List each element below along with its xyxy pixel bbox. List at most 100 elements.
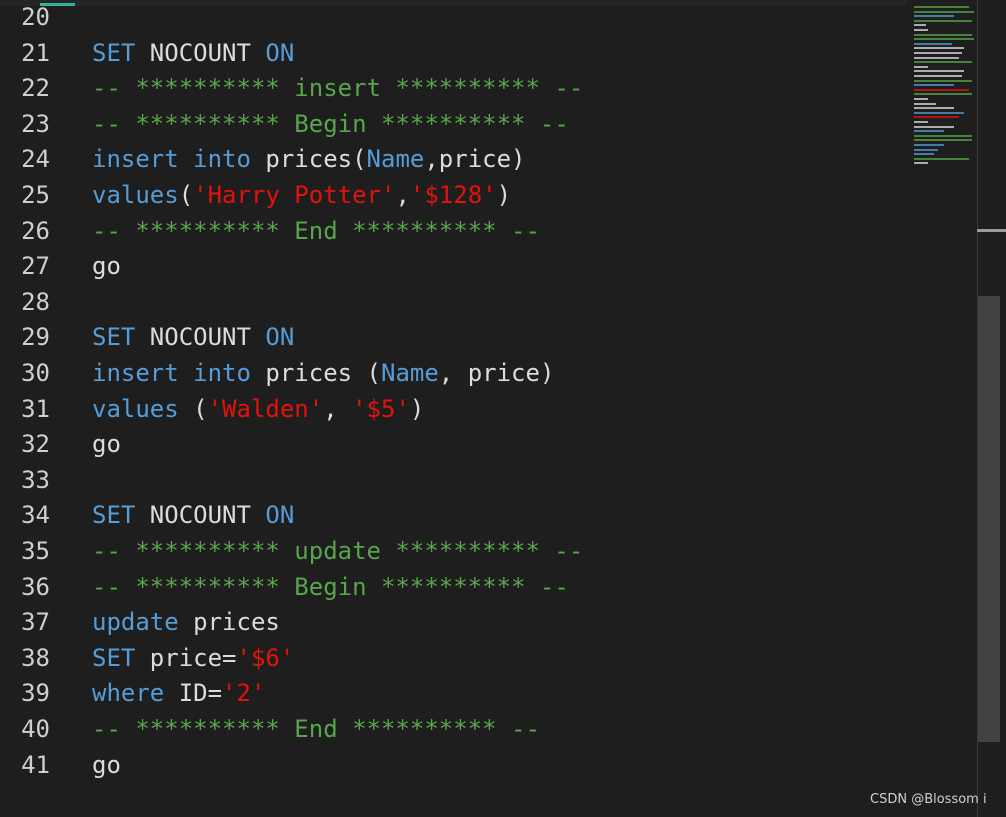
code-token: -- ********** insert ********** -- (92, 74, 584, 103)
minimap-line (914, 139, 972, 142)
code-text: where ID='2' (92, 676, 265, 712)
code-token: , (395, 181, 410, 209)
minimap-line (914, 38, 974, 41)
minimap-line (914, 125, 954, 128)
scrollbar-thumb[interactable] (978, 296, 1000, 742)
code-line[interactable]: 39 where ID='2' (0, 676, 905, 712)
minimap-line (914, 148, 938, 151)
minimap-line (914, 24, 926, 27)
code-text: SET price='$6' (92, 641, 294, 677)
code-token: ) (409, 394, 425, 423)
line-number: 23 (21, 109, 50, 138)
code-line[interactable]: 36 -- ********** Begin ********** -- (0, 570, 905, 606)
minimap-line (914, 98, 928, 100)
minimap-line (914, 111, 964, 114)
code-line[interactable]: 32 go (0, 427, 905, 463)
code-line[interactable]: 38 SET price='$6' (0, 641, 905, 677)
code-token: '$5' (352, 394, 410, 423)
code-token: insert (92, 359, 179, 387)
code-text: SET NOCOUNT ON (92, 36, 294, 72)
code-line[interactable]: 40 -- ********** End ********** -- (0, 712, 905, 748)
minimap-line (914, 19, 972, 22)
code-editor[interactable]: 20 21 SET NOCOUNT ON 22 -- ********** insert… (0, 0, 905, 817)
line-number: 35 (21, 537, 50, 565)
code-token: ( (178, 394, 208, 423)
code-line[interactable]: 21 SET NOCOUNT ON (0, 36, 905, 72)
minimap-line (914, 10, 974, 13)
line-number: 38 (21, 643, 50, 672)
minimap-line (914, 79, 972, 82)
minimap-line (914, 75, 962, 77)
minimap[interactable] (907, 0, 977, 817)
code-text: insert into prices (Name, price) (92, 356, 554, 392)
code-line[interactable]: 25 values('Harry Potter','$128') (0, 178, 905, 214)
code-token: 'Harry Potter' (193, 181, 396, 209)
minimap-line (914, 121, 928, 123)
code-token: price= (135, 643, 237, 672)
code-token: into (193, 359, 251, 387)
code-token: SET (92, 643, 136, 672)
code-token: into (193, 145, 251, 174)
code-line[interactable]: 22 -- ********** insert ********** -- (0, 71, 905, 107)
code-text: -- ********** insert ********** -- (92, 71, 583, 107)
code-token: 'Walden' (207, 394, 324, 423)
minimap-line (914, 56, 959, 59)
code-line[interactable]: 23 -- ********** Begin ********** -- (0, 107, 905, 143)
code-token: update (92, 608, 179, 637)
code-token: insert (92, 145, 179, 174)
code-token: NOCOUNT (135, 501, 266, 530)
minimap-line (914, 153, 934, 156)
code-token: where (92, 679, 165, 708)
code-token: prices ( (250, 359, 381, 387)
code-text: go (92, 748, 121, 784)
code-text: go (92, 427, 121, 463)
code-line[interactable]: 31 values ('Walden', '$5') (0, 392, 905, 428)
line-number: 40 (21, 715, 50, 743)
code-line[interactable]: 28 (0, 285, 905, 321)
code-token: NOCOUNT (135, 38, 266, 67)
code-token: -- ********** End ********** -- (92, 715, 540, 743)
code-line[interactable]: 29 SET NOCOUNT ON (0, 320, 905, 356)
code-token: Name (381, 359, 439, 387)
code-token: ON (265, 501, 295, 530)
code-text: -- ********** update ********** -- (92, 534, 583, 570)
line-number: 24 (21, 145, 50, 174)
minimap-line (914, 130, 944, 133)
code-line[interactable]: 30 insert into prices (Name, price) (0, 356, 905, 392)
line-number: 20 (21, 3, 50, 31)
code-line[interactable]: 24 insert into prices(Name,price) (0, 142, 905, 178)
code-line[interactable]: 20 (0, 0, 905, 36)
code-token: '2' (222, 679, 266, 708)
code-text: -- ********** End ********** -- (92, 214, 540, 250)
code-text: SET NOCOUNT ON (92, 320, 294, 356)
line-number: 31 (21, 394, 50, 423)
code-token: -- ********** Begin ********** -- (92, 109, 569, 138)
line-number: 25 (21, 181, 50, 209)
code-line[interactable]: 27 go (0, 249, 905, 285)
line-number: 28 (21, 287, 50, 316)
code-text: values('Harry Potter','$128') (92, 178, 511, 214)
minimap-line (914, 52, 962, 54)
code-text: -- ********** Begin ********** -- (92, 107, 569, 143)
code-line[interactable]: 34 SET NOCOUNT ON (0, 498, 905, 534)
minimap-line (914, 6, 969, 8)
line-number: 32 (21, 430, 50, 459)
minimap-line (914, 42, 952, 45)
minimap-line (914, 47, 964, 50)
code-token: ,price) (424, 145, 526, 174)
code-text: -- ********** End ********** -- (92, 712, 540, 748)
code-line[interactable]: 26 -- ********** End ********** -- (0, 214, 905, 250)
code-line[interactable]: 37 update prices (0, 605, 905, 641)
code-line[interactable]: 41 go (0, 748, 905, 784)
code-token: ID= (164, 679, 223, 708)
code-token: values (92, 394, 179, 423)
code-token: -- ********** Begin ********** -- (92, 572, 569, 601)
minimap-line (914, 157, 969, 160)
code-token: ON (265, 323, 295, 352)
code-line[interactable]: 33 (0, 463, 905, 499)
code-line[interactable]: 35 -- ********** update ********** -- (0, 534, 905, 570)
code-token: -- ********** End ********** -- (92, 216, 540, 245)
code-token: values (92, 181, 179, 209)
